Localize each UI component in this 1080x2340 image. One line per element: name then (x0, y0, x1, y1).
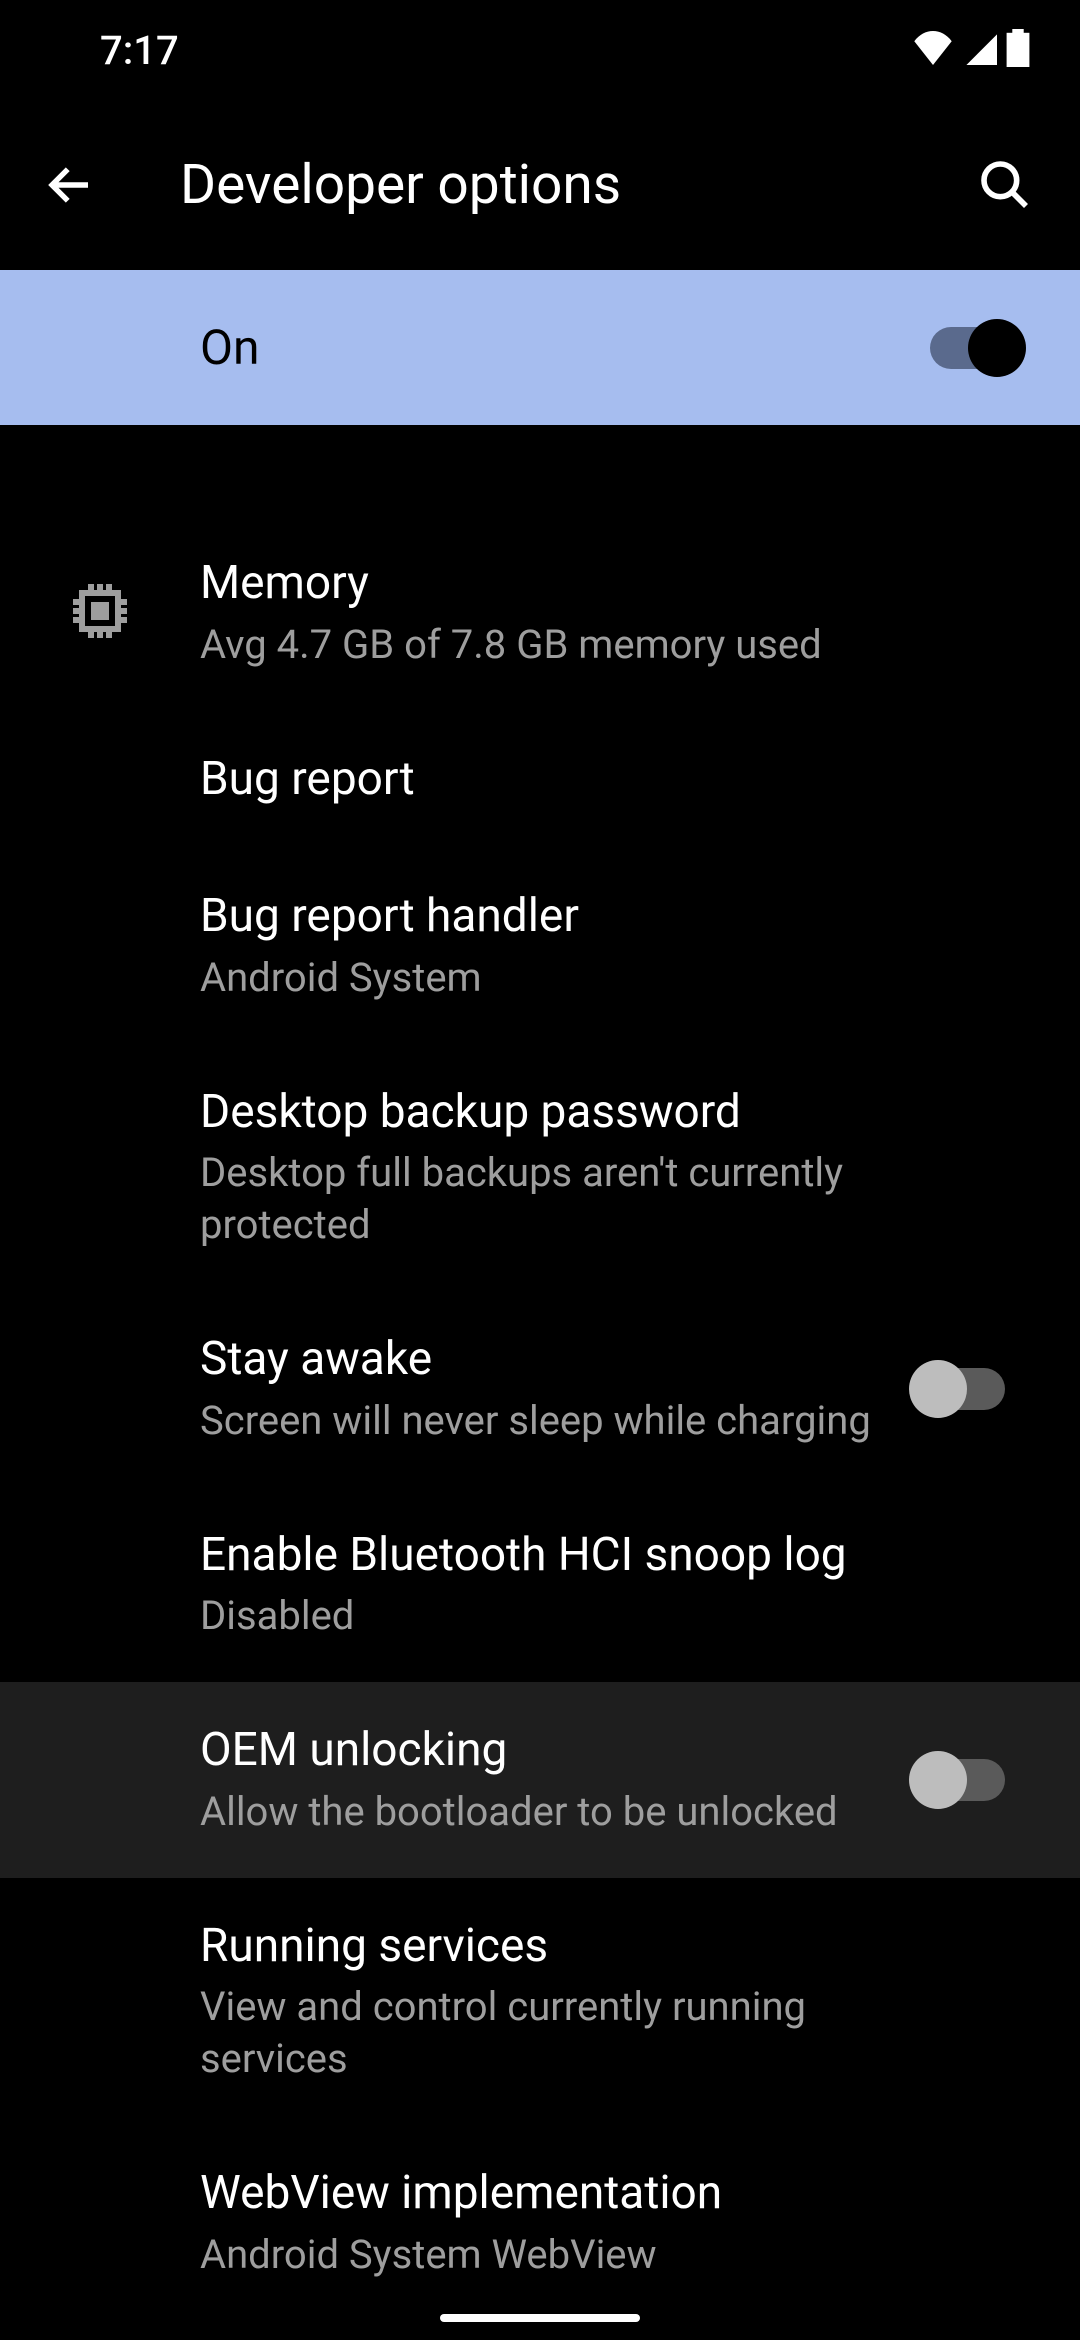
status-icons (912, 29, 1030, 71)
search-button[interactable] (970, 150, 1040, 220)
back-button[interactable] (40, 155, 100, 215)
row-text: Bug report handler Android System (200, 888, 900, 1004)
row-switch-slot (900, 1759, 1020, 1801)
row-text: Enable Bluetooth HCI snoop log Disabled (200, 1527, 900, 1643)
page-title: Developer options (180, 153, 970, 217)
row-title: Bug report handler (200, 888, 880, 946)
cellular-icon (962, 31, 998, 69)
row-title: Stay awake (200, 1331, 880, 1389)
settings-row[interactable]: WebView implementation Android System We… (0, 2125, 1080, 2321)
settings-row[interactable]: Running services View and control curren… (0, 1878, 1080, 2126)
row-switch[interactable] (915, 1759, 1005, 1801)
row-subtitle: Desktop full backups aren't currently pr… (200, 1147, 880, 1251)
row-title: Running services (200, 1918, 880, 1976)
row-text: OEM unlocking Allow the bootloader to be… (200, 1722, 900, 1838)
row-text: Stay awake Screen will never sleep while… (200, 1331, 900, 1447)
nav-handle-icon[interactable] (440, 2314, 640, 2322)
status-time: 7:17 (100, 27, 179, 74)
row-subtitle: Allow the bootloader to be unlocked (200, 1786, 880, 1838)
master-switch[interactable] (930, 327, 1020, 369)
wifi-icon (912, 31, 954, 69)
settings-row[interactable]: OEM unlocking Allow the bootloader to be… (0, 1682, 1080, 1878)
row-subtitle: Android System (200, 952, 880, 1004)
settings-row[interactable]: Enable Bluetooth HCI snoop log Disabled (0, 1487, 1080, 1683)
cpu-icon (64, 575, 136, 651)
row-title: Bug report (200, 751, 880, 809)
row-switch-slot (900, 1368, 1020, 1410)
row-title: OEM unlocking (200, 1722, 880, 1780)
row-title: Desktop backup password (200, 1084, 880, 1142)
row-switch[interactable] (915, 1368, 1005, 1410)
settings-row[interactable]: Bug report handler Android System (0, 848, 1080, 1044)
settings-row[interactable]: Desktop backup password Desktop full bac… (0, 1044, 1080, 1292)
battery-icon (1006, 29, 1030, 71)
spacer (0, 425, 1080, 515)
row-title: WebView implementation (200, 2165, 880, 2223)
row-icon-slot (0, 575, 200, 651)
row-title: Enable Bluetooth HCI snoop log (200, 1527, 880, 1585)
status-bar: 7:17 (0, 0, 1080, 100)
settings-row[interactable]: Bug report (0, 711, 1080, 849)
master-toggle-row[interactable]: On (0, 270, 1080, 425)
row-subtitle: Disabled (200, 1590, 880, 1642)
row-text: WebView implementation Android System We… (200, 2165, 900, 2281)
row-text: Running services View and control curren… (200, 1918, 900, 2086)
settings-list: Memory Avg 4.7 GB of 7.8 GB memory used … (0, 515, 1080, 2340)
row-text: Bug report (200, 751, 900, 809)
row-subtitle: Avg 4.7 GB of 7.8 GB memory used (200, 619, 880, 671)
row-title: Memory (200, 555, 880, 613)
row-text: Memory Avg 4.7 GB of 7.8 GB memory used (200, 555, 900, 671)
settings-row[interactable]: Stay awake Screen will never sleep while… (0, 1291, 1080, 1487)
app-bar: Developer options (0, 100, 1080, 270)
row-subtitle: Screen will never sleep while charging (200, 1395, 880, 1447)
row-subtitle: View and control currently running servi… (200, 1981, 880, 2085)
settings-row[interactable]: Memory Avg 4.7 GB of 7.8 GB memory used (0, 515, 1080, 711)
row-subtitle: Android System WebView (200, 2229, 880, 2281)
master-toggle-label: On (200, 319, 930, 376)
row-text: Desktop backup password Desktop full bac… (200, 1084, 900, 1252)
settings-row[interactable]: Automatic system updates (0, 2321, 1080, 2340)
